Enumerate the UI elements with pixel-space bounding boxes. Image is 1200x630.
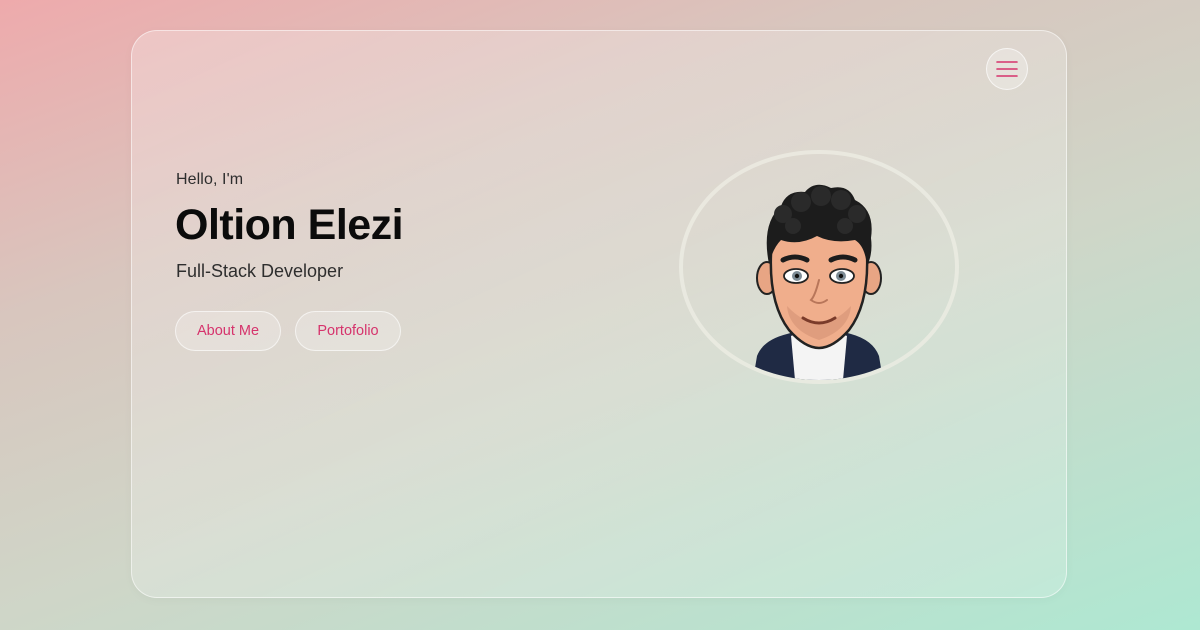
portfolio-button[interactable]: Portofolio [295,311,401,351]
hamburger-menu-icon [996,61,1018,77]
cartoon-avatar-illustration [753,184,883,380]
about-me-button[interactable]: About Me [175,311,281,351]
avatar [679,150,959,384]
role-subtitle: Full-Stack Developer [176,261,344,281]
page-title: Oltion Elezi [175,201,404,249]
menu-button[interactable] [986,48,1028,90]
greeting-text: Hello, I'm [176,171,244,188]
hero-card: Hello, I'm Oltion Elezi Full-Stack Devel… [131,30,1067,598]
